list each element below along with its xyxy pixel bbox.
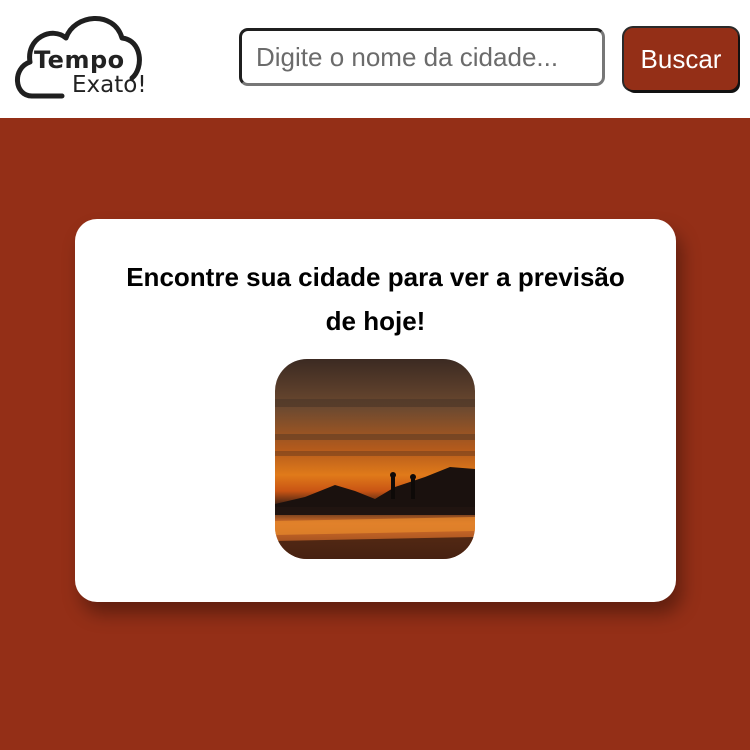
logo-text-tempo: Tempo: [34, 46, 125, 74]
search-button[interactable]: Buscar: [624, 28, 738, 90]
logo[interactable]: Tempo Exato!: [10, 8, 160, 106]
header: Tempo Exato! Buscar: [0, 0, 750, 118]
logo-text-exato: Exato!: [72, 72, 147, 98]
welcome-card: Encontre sua cidade para ver a previsão …: [75, 219, 676, 602]
sunset-photo: [275, 359, 475, 559]
city-search-input[interactable]: [239, 28, 605, 86]
card-heading: Encontre sua cidade para ver a previsão …: [126, 262, 625, 336]
